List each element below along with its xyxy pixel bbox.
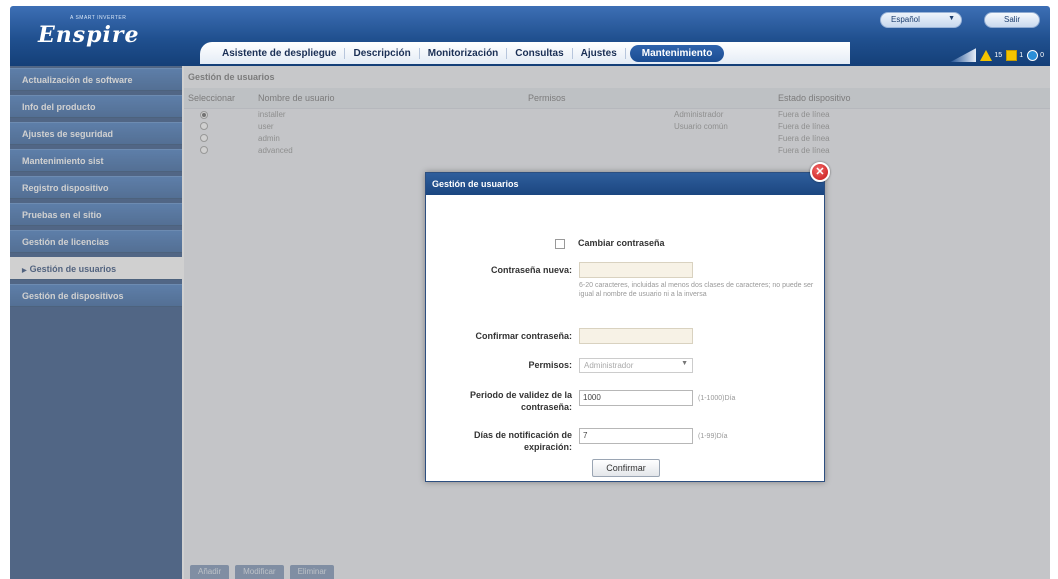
app-logo: Enspire [38, 22, 140, 48]
role-label: Permisos: [528, 360, 572, 370]
validity-period-input[interactable]: 1000 [579, 390, 693, 406]
language-value: Español [891, 15, 920, 24]
language-select[interactable]: Español ▼ [880, 12, 962, 28]
tab-monitorizacion[interactable]: Monitorización [420, 47, 508, 59]
info-alarm-indicator[interactable]: 0 [1027, 49, 1044, 61]
chevron-down-icon: ▼ [948, 15, 955, 22]
change-password-label: Cambiar contraseña [578, 238, 665, 248]
warning-alarm-indicator[interactable]: 15 [980, 49, 1003, 61]
tab-despliegue[interactable]: Asistente de despliegue [214, 47, 346, 59]
new-password-field[interactable] [579, 262, 693, 278]
confirm-button[interactable]: Confirmar [592, 459, 660, 477]
tab-ajustes[interactable]: Ajustes [573, 47, 626, 59]
warning-count: 15 [994, 51, 1003, 59]
alarm-status-area: 15 1 0 [950, 46, 1044, 64]
dialog-title: Gestión de usuarios [426, 173, 824, 195]
change-password-checkbox[interactable] [555, 239, 565, 249]
alarm-square-icon [1006, 49, 1018, 61]
close-icon[interactable]: ✕ [810, 162, 830, 182]
role-select[interactable]: Administrador ▼ [579, 358, 693, 373]
user-management-dialog: Gestión de usuarios ✕ Cambiar contraseña… [425, 162, 830, 483]
tab-consultas[interactable]: Consultas [507, 47, 573, 59]
chevron-down-icon: ▼ [681, 360, 688, 367]
info-circle-icon [1027, 49, 1039, 61]
confirm-password-field[interactable] [579, 328, 693, 344]
tab-mantenimiento[interactable]: Mantenimiento [629, 44, 725, 62]
validity-period-hint: (1-1000)Día [698, 395, 736, 402]
logout-button[interactable]: Salir [984, 12, 1040, 28]
new-password-hint: 6-20 caracteres, incluidas al menos dos … [579, 282, 814, 298]
role-select-value: Administrador [584, 361, 634, 370]
tab-descripcion[interactable]: Descripción [345, 47, 420, 59]
minor-count: 1 [1019, 51, 1024, 59]
app-header: A smart inverter Enspire Español ▼ Salir… [10, 6, 1050, 66]
expiry-notice-hint: (1-99)Día [698, 433, 728, 440]
expiry-notice-label: Días de notificación de expiración: [473, 430, 572, 452]
confirm-password-label: Confirmar contraseña: [475, 331, 572, 341]
new-password-label: Contraseña nueva: [490, 265, 572, 275]
validity-period-label: Periodo de validez de la contraseña: [469, 390, 572, 412]
signal-icon [950, 48, 977, 62]
minor-alarm-indicator[interactable]: 1 [1006, 49, 1024, 61]
main-nav: Asistente de despliegue Descripción Moni… [200, 42, 850, 64]
expiry-notice-input[interactable]: 7 [579, 428, 693, 444]
warning-icon [980, 49, 993, 61]
logo-tagline: A smart inverter [70, 15, 127, 21]
info-count: 0 [1040, 51, 1044, 59]
dialog-body: Cambiar contraseña Contraseña nueva: 6-2… [426, 195, 824, 483]
